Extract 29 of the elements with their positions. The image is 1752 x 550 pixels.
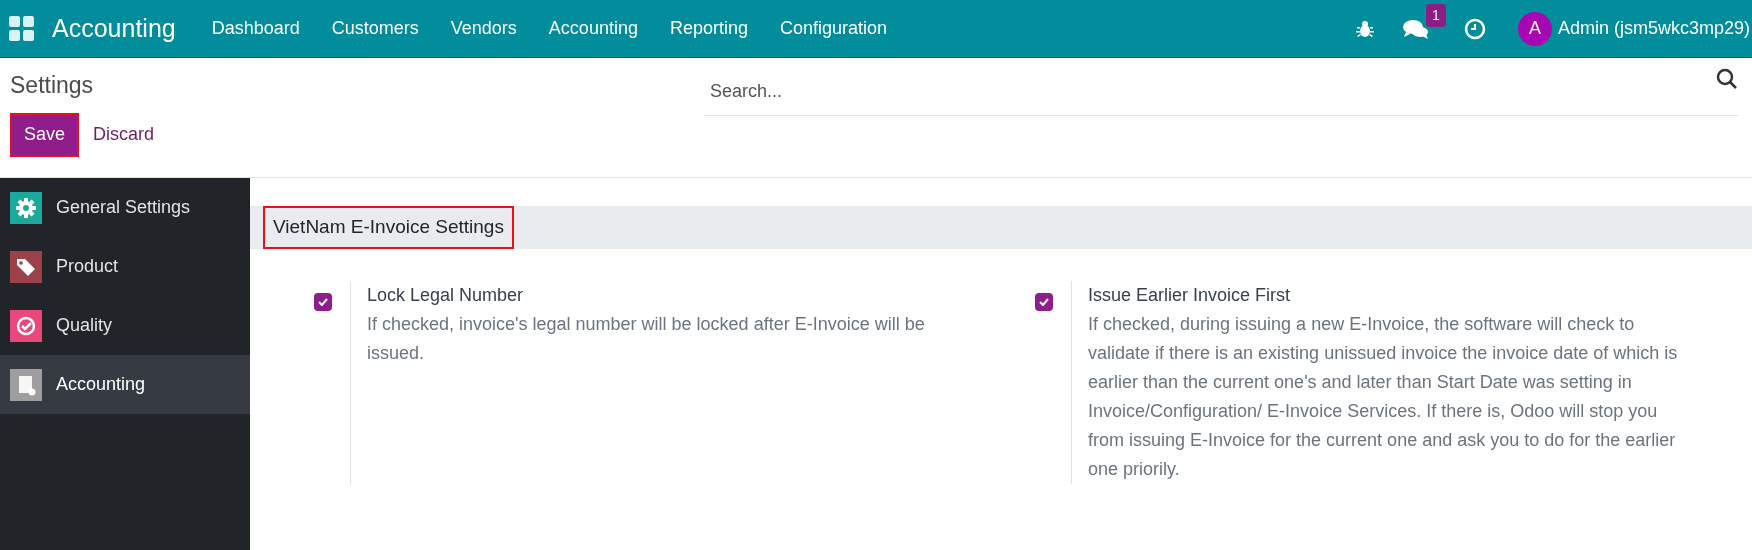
menu-item[interactable]: Accounting bbox=[532, 15, 654, 42]
user-avatar[interactable]: A bbox=[1517, 11, 1552, 46]
menu-item[interactable]: Configuration bbox=[763, 15, 904, 42]
checkbox[interactable] bbox=[314, 293, 332, 311]
save-button[interactable]: Save bbox=[10, 112, 80, 157]
check-icon bbox=[1039, 298, 1049, 306]
setting-description: If checked, invoice's legal number will be locked after E-Invoice will be issued. bbox=[367, 313, 926, 365]
search-field[interactable]: Search... bbox=[704, 68, 1738, 116]
apps-menu-icon[interactable] bbox=[9, 15, 35, 42]
checkbox[interactable] bbox=[1035, 293, 1053, 311]
menu-item[interactable]: Vendors bbox=[434, 15, 533, 42]
menu-item[interactable]: Reporting bbox=[653, 15, 764, 42]
discard-button[interactable]: Discard bbox=[91, 112, 157, 157]
sidebar-item[interactable]: Accounting bbox=[0, 355, 250, 414]
page-title: Settings bbox=[10, 71, 95, 100]
clock-icon[interactable] bbox=[1463, 17, 1486, 40]
setting-label: Issue Earlier Invoice First bbox=[1088, 284, 1292, 307]
menu-item[interactable]: Customers bbox=[315, 15, 435, 42]
chat-icon[interactable] bbox=[1401, 17, 1430, 40]
menu-item[interactable]: Dashboard bbox=[195, 15, 316, 42]
bug-icon[interactable] bbox=[1355, 18, 1374, 39]
section-title: VietNam E-Invoice Settings bbox=[263, 206, 514, 249]
app-name[interactable]: Accounting bbox=[52, 9, 176, 48]
setting-description: If checked, during issuing a new E-Invoice, the software will check to validate if there is an existing unissued invoice the invoice date of which is earlier than the current one's and later than Start Date was setting in Invoice/Configuration/ E-Invoice Services. If there is, Odoo will stop you from issuing E-Invoice for the current one and ask you to do for the earlier one priorily. bbox=[1088, 313, 1679, 481]
setting-label: Lock Legal Number bbox=[367, 284, 525, 307]
notification-badge: 1 bbox=[1425, 3, 1446, 27]
user-name[interactable]: Admin (jsm5wkc3mp29) bbox=[1557, 15, 1750, 42]
search-icon[interactable] bbox=[1716, 68, 1738, 90]
check-icon bbox=[318, 298, 328, 306]
